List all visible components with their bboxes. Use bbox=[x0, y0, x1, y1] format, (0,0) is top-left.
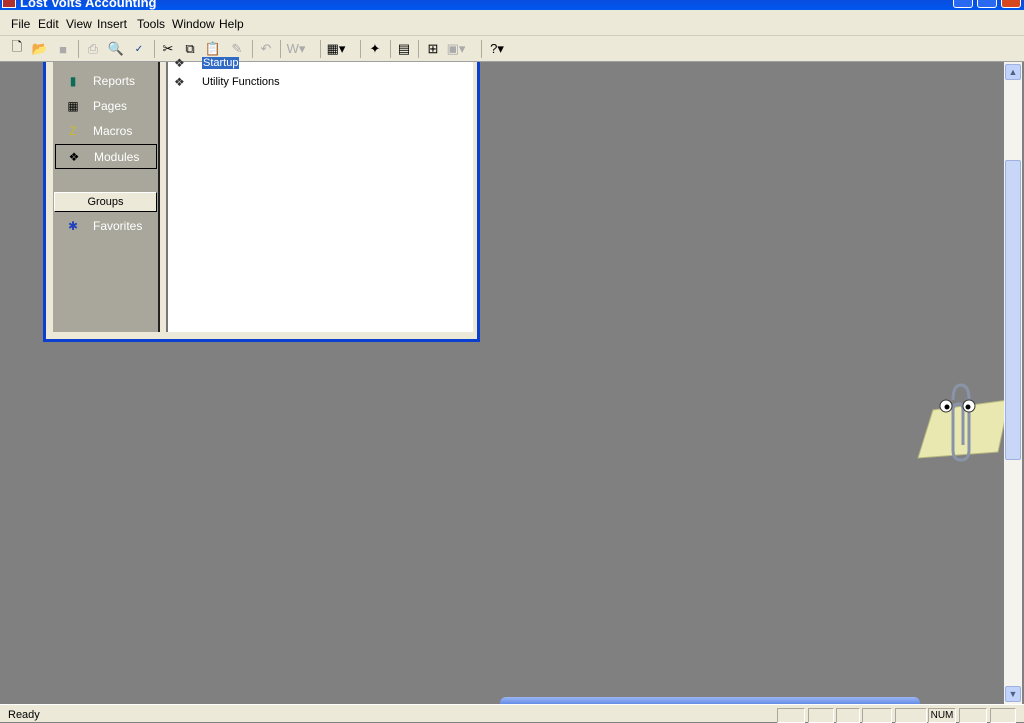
status-pane bbox=[836, 708, 860, 723]
favorites-folder-icon: ✱ bbox=[67, 219, 79, 233]
status-pane bbox=[959, 708, 987, 723]
status-pane bbox=[895, 708, 927, 723]
office-links-icon[interactable]: W▾ bbox=[286, 39, 306, 59]
code-icon[interactable]: ✦ bbox=[365, 39, 385, 59]
report-icon: ▮ bbox=[69, 74, 77, 88]
page-icon: ▦ bbox=[67, 99, 79, 113]
menu-insert[interactable]: Insert bbox=[97, 17, 127, 31]
properties-icon[interactable]: ▤ bbox=[394, 39, 414, 59]
spelling-icon[interactable]: ✓ bbox=[129, 39, 149, 59]
object-modules[interactable]: ❖ Modules bbox=[55, 144, 157, 169]
relationships-icon[interactable]: ⊞ bbox=[423, 39, 443, 59]
save-icon[interactable]: ■ bbox=[53, 39, 73, 59]
vertical-scrollbar[interactable]: ▲ ▼ bbox=[1004, 62, 1022, 704]
macro-icon: Z bbox=[69, 124, 77, 138]
help-icon[interactable]: ?▾ bbox=[487, 39, 507, 59]
status-pane bbox=[777, 708, 805, 723]
database-window: ▮ Reports ▦ Pages Z Macros ❖ Modules Groups … bbox=[43, 56, 480, 342]
minimize-button[interactable] bbox=[953, 0, 973, 8]
close-button[interactable] bbox=[1001, 0, 1021, 8]
new-icon[interactable]: 🗋 bbox=[7, 39, 27, 59]
object-label: Macros bbox=[93, 124, 133, 138]
status-pane bbox=[862, 708, 892, 723]
list-item[interactable]: ❖ Utility Functions bbox=[174, 75, 280, 89]
module-icon: ❖ bbox=[68, 149, 80, 164]
object-pages[interactable]: ▦ Pages bbox=[55, 94, 157, 118]
group-favorites[interactable]: ✱ Favorites bbox=[55, 214, 157, 238]
object-list: ❖ Startup ❖ Utility Functions bbox=[166, 56, 473, 332]
object-macros[interactable]: Z Macros bbox=[55, 119, 157, 143]
num-lock-indicator: NUM bbox=[928, 708, 956, 723]
menu-window[interactable]: Window bbox=[172, 17, 215, 31]
analyze-icon[interactable]: ▦▾ bbox=[326, 39, 346, 59]
open-icon[interactable]: 📂 bbox=[30, 39, 50, 59]
menu-view[interactable]: View bbox=[66, 17, 92, 31]
object-label: Reports bbox=[93, 74, 136, 88]
title-bar: Lost Volts Accounting bbox=[0, 0, 1024, 10]
undo-icon[interactable]: ↶ bbox=[256, 39, 276, 59]
status-text: Ready bbox=[8, 709, 40, 721]
list-item[interactable]: ❖ Startup bbox=[174, 56, 240, 70]
module-icon: ❖ bbox=[174, 75, 185, 89]
menu-help[interactable]: Help bbox=[219, 17, 244, 31]
item-label: Startup bbox=[202, 57, 240, 69]
office-assistant-clippy[interactable] bbox=[913, 380, 1013, 473]
window-title: Lost Volts Accounting bbox=[20, 0, 157, 10]
status-pane bbox=[990, 708, 1016, 723]
object-label: Pages bbox=[93, 99, 128, 113]
item-label: Utility Functions bbox=[202, 76, 280, 88]
print-preview-icon[interactable]: 🔍 bbox=[106, 39, 126, 59]
access-app-icon bbox=[2, 0, 16, 8]
groups-button[interactable]: Groups bbox=[54, 192, 157, 212]
new-object-icon[interactable]: ▣▾ bbox=[446, 39, 466, 59]
scroll-thumb[interactable] bbox=[1005, 160, 1021, 460]
menu-file[interactable]: File bbox=[11, 17, 30, 31]
print-icon[interactable]: ⎙ bbox=[83, 39, 103, 59]
toolbar: 🗋 📂 ■ ⎙ 🔍 ✓ ✂ ⧉ 📋 ✎ ↶ W▾ ▦▾ ✦ ▤ ⊞ ▣▾ ?▾ bbox=[0, 36, 1024, 62]
status-bar: Ready NUM bbox=[0, 704, 1024, 723]
objects-bar: ▮ Reports ▦ Pages Z Macros ❖ Modules Groups … bbox=[53, 62, 160, 332]
status-pane bbox=[808, 708, 834, 723]
group-label: Favorites bbox=[93, 219, 143, 233]
menu-bar: File Edit View Insert Tools Window Help bbox=[0, 10, 1024, 36]
module-icon: ❖ bbox=[174, 56, 185, 70]
menu-tools[interactable]: Tools bbox=[137, 17, 165, 31]
object-reports[interactable]: ▮ Reports bbox=[55, 69, 157, 93]
menu-edit[interactable]: Edit bbox=[38, 17, 59, 31]
scroll-up-button[interactable]: ▲ bbox=[1005, 64, 1021, 80]
object-label: Modules bbox=[94, 149, 140, 164]
maximize-button[interactable] bbox=[977, 0, 997, 8]
scroll-down-button[interactable]: ▼ bbox=[1005, 686, 1021, 702]
